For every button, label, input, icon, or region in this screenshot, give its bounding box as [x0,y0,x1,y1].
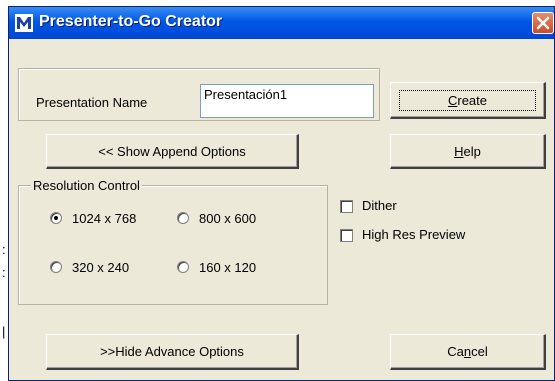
help-button[interactable]: Help [390,134,546,169]
cancel-label-post: cel [471,344,488,359]
presentation-name-label: Presentation Name [36,95,148,110]
show-append-options-button[interactable]: << Show Append Options [46,134,299,169]
radio-selected-dot [54,216,58,220]
presentation-name-input[interactable] [200,84,374,118]
presentation-name-group: Presentation Name [18,68,380,121]
radio-160x120-label[interactable]: 160 x 120 [199,260,256,275]
cancel-label-pre: Ca [447,344,464,359]
radio-800x600[interactable] [177,212,189,224]
close-button[interactable] [532,12,554,34]
background-text-fragment: : [2,242,6,257]
create-button-focus: Create [398,89,537,111]
cancel-button[interactable]: Ca n cel [390,334,546,370]
radio-800x600-label[interactable]: 800 x 600 [199,211,256,226]
resolution-control-group: Resolution Control 1024 x 768 800 x 600 … [18,178,328,305]
help-accelerator: H [454,143,464,159]
radio-320x240-label[interactable]: 320 x 240 [72,260,129,275]
background-text-fragment: | [2,324,6,339]
cancel-accelerator: n [463,344,472,359]
window-title: Presenter-to-Go Creator [39,13,223,30]
radio-1024x768-label[interactable]: 1024 x 768 [72,211,136,226]
radio-160x120[interactable] [177,261,189,273]
hide-advance-options-button[interactable]: >>Hide Advance Options [46,334,299,370]
resolution-control-legend: Resolution Control [31,178,142,193]
high-res-preview-checkbox[interactable] [340,229,353,242]
dither-checkbox[interactable] [340,200,353,213]
app-m-icon [15,14,33,32]
high-res-preview-label[interactable]: High Res Preview [362,227,465,242]
title-bar[interactable]: Presenter-to-Go Creator [9,7,554,39]
help-label-post: elp [463,143,481,159]
close-x-icon [536,16,550,30]
create-label-post: reate [457,92,488,108]
show-append-options-label: << Show Append Options [98,143,246,159]
dialog-window: Presenter-to-Go Creator Presentation Nam… [8,6,555,381]
radio-1024x768[interactable] [50,212,62,224]
create-button[interactable]: Create [390,82,546,119]
hide-advance-options-label: >>Hide Advance Options [100,344,244,359]
create-accelerator: C [447,92,458,108]
background-text-fragment: : [2,265,6,280]
radio-320x240[interactable] [50,261,62,273]
dither-label[interactable]: Dither [362,198,397,213]
